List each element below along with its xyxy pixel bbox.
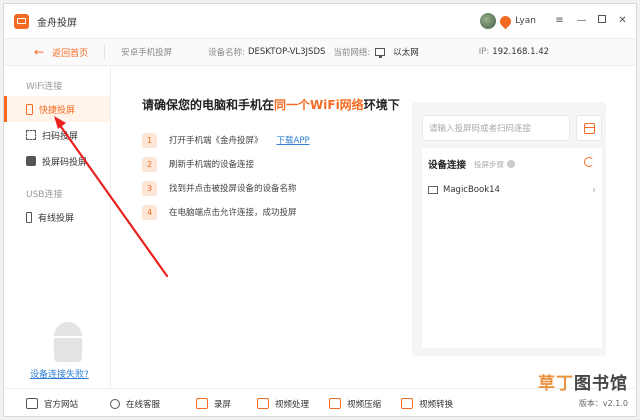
close-icon[interactable]: ✕ (617, 15, 628, 26)
ip-info: IP: 192.168.1.42 (478, 47, 550, 57)
step-text: 打开手机端《金舟投屏》 (169, 136, 263, 146)
network-info: 当前网络: 以太网 (333, 48, 419, 58)
page-title: 请确保您的电脑和手机在同一个WiFi网络环境下 (142, 98, 400, 112)
sidebar-item-scan-cast[interactable]: 扫码投屏 (4, 122, 110, 148)
step-item: 4 在电脑端点击允许连接，成功投屏 (142, 200, 310, 224)
video-edit-icon (257, 398, 270, 409)
online-support-button[interactable]: 在线客服 (110, 398, 160, 410)
android-icon (52, 322, 84, 368)
sidebar-item-label: 投屏码投屏 (42, 157, 88, 168)
device-list-title: 设备连接 (428, 160, 467, 171)
main-content: 请确保您的电脑和手机在同一个WiFi网络环境下 1 打开手机端《金舟投屏》 下载… (112, 66, 638, 388)
download-app-link[interactable]: 下载APP (277, 134, 310, 146)
top-bar: ← 返回首页 安卓手机投屏 设备名称: DESKTOP-VL3JSDS 当前网络:… (4, 38, 636, 66)
sidebar-item-quick-cast[interactable]: 快捷投屏 (4, 96, 110, 122)
title-bar: 金舟投屏 Lyan ≡ — ✕ (4, 4, 636, 38)
watermark: 草丁图书馆 (538, 374, 628, 394)
sidebar-group-usb: USB连接 (26, 190, 63, 200)
avatar[interactable] (480, 13, 497, 29)
device-name-value: DESKTOP-VL3JSDS (247, 47, 326, 57)
cast-code-input[interactable]: 请输入投屏码或者扫码连接 (422, 115, 570, 141)
monitor-icon (375, 48, 386, 58)
device-panel: 请输入投屏码或者扫码连接 设备连接 投屏步骤 MagicBook14 › (412, 102, 606, 356)
vip-badge-icon (497, 13, 514, 29)
refresh-icon[interactable] (584, 157, 594, 167)
scan-icon (583, 122, 595, 134)
scan-button[interactable] (576, 115, 602, 141)
ip-value: 192.168.1.42 (492, 47, 550, 57)
sidebar: WiFi连接 快捷投屏 扫码投屏 投屏码投屏 USB连接 有线投屏 设备连接失败… (4, 66, 111, 388)
back-arrow-icon: ← (34, 45, 45, 59)
user-account[interactable]: Lyan (480, 13, 536, 29)
step-text: 找到并点击被投屏设备的设备名称 (169, 184, 297, 194)
window-controls: ≡ — ✕ (554, 15, 628, 26)
official-site-button[interactable]: 官方网站 (26, 398, 78, 410)
app-title: 金舟投屏 (37, 17, 77, 29)
section-title: 安卓手机投屏 (121, 48, 173, 58)
sidebar-item-label: 扫码投屏 (42, 131, 79, 142)
step-number: 1 (142, 132, 157, 148)
menu-icon[interactable]: ≡ (554, 15, 565, 26)
record-button[interactable]: 录屏 (196, 398, 231, 410)
maximize-icon[interactable] (598, 15, 606, 23)
network-value: 以太网 (393, 48, 419, 58)
device-list: 设备连接 投屏步骤 MagicBook14 › (422, 148, 602, 348)
step-text: 刷新手机端的设备连接 (169, 160, 255, 170)
laptop-icon (428, 186, 438, 194)
chevron-right-icon: › (592, 184, 596, 196)
step-item: 2 刷新手机端的设备连接 (142, 152, 310, 176)
video-convert-button[interactable]: 视频转换 (401, 398, 453, 410)
help-icon[interactable] (507, 160, 516, 168)
sidebar-item-wired-cast[interactable]: 有线投屏 (4, 204, 110, 230)
sidebar-item-label: 有线投屏 (38, 213, 75, 224)
code-icon (26, 156, 36, 166)
step-number: 4 (142, 204, 157, 220)
video-edit-button[interactable]: 视频处理 (257, 398, 309, 410)
phone-icon (26, 103, 33, 115)
username[interactable]: Lyan (515, 16, 536, 26)
usb-icon (26, 211, 32, 223)
steps-list: 1 打开手机端《金舟投屏》 下载APP 2 刷新手机端的设备连接 3 找到并点击… (142, 128, 310, 224)
cast-steps-link[interactable]: 投屏步骤 (474, 159, 504, 170)
list-item[interactable]: MagicBook14 › (428, 180, 598, 200)
support-icon (110, 398, 121, 409)
record-icon (196, 398, 209, 409)
scan-icon (26, 130, 36, 140)
back-home-button[interactable]: ← 返回首页 (34, 45, 88, 59)
sidebar-group-wifi: WiFi连接 (26, 82, 63, 92)
video-compress-icon (329, 398, 342, 409)
connection-failed-link[interactable]: 设备连接失败? (30, 367, 89, 380)
device-name: MagicBook14 (443, 185, 500, 195)
sidebar-item-label: 快捷投屏 (39, 105, 76, 116)
version-label: 版本：v2.1.0 (578, 399, 628, 408)
step-item: 3 找到并点击被投屏设备的设备名称 (142, 176, 310, 200)
website-icon (26, 398, 38, 409)
device-name-info: 设备名称: DESKTOP-VL3JSDS (208, 47, 326, 58)
app-window: 金舟投屏 Lyan ≡ — ✕ ← 返回首页 安卓手机投屏 设备名称: DESKT… (3, 3, 637, 417)
video-convert-icon (401, 398, 414, 409)
minimize-icon[interactable]: — (576, 15, 587, 26)
step-number: 2 (142, 156, 157, 172)
video-compress-button[interactable]: 视频压缩 (329, 398, 381, 410)
step-text: 在电脑端点击允许连接，成功投屏 (169, 208, 297, 218)
step-item: 1 打开手机端《金舟投屏》 下载APP (142, 128, 310, 152)
step-number: 3 (142, 180, 157, 196)
app-logo-icon (14, 13, 29, 29)
sidebar-item-code-cast[interactable]: 投屏码投屏 (4, 148, 110, 174)
back-home-label: 返回首页 (52, 48, 89, 59)
device-list-header: 设备连接 投屏步骤 (428, 157, 516, 171)
